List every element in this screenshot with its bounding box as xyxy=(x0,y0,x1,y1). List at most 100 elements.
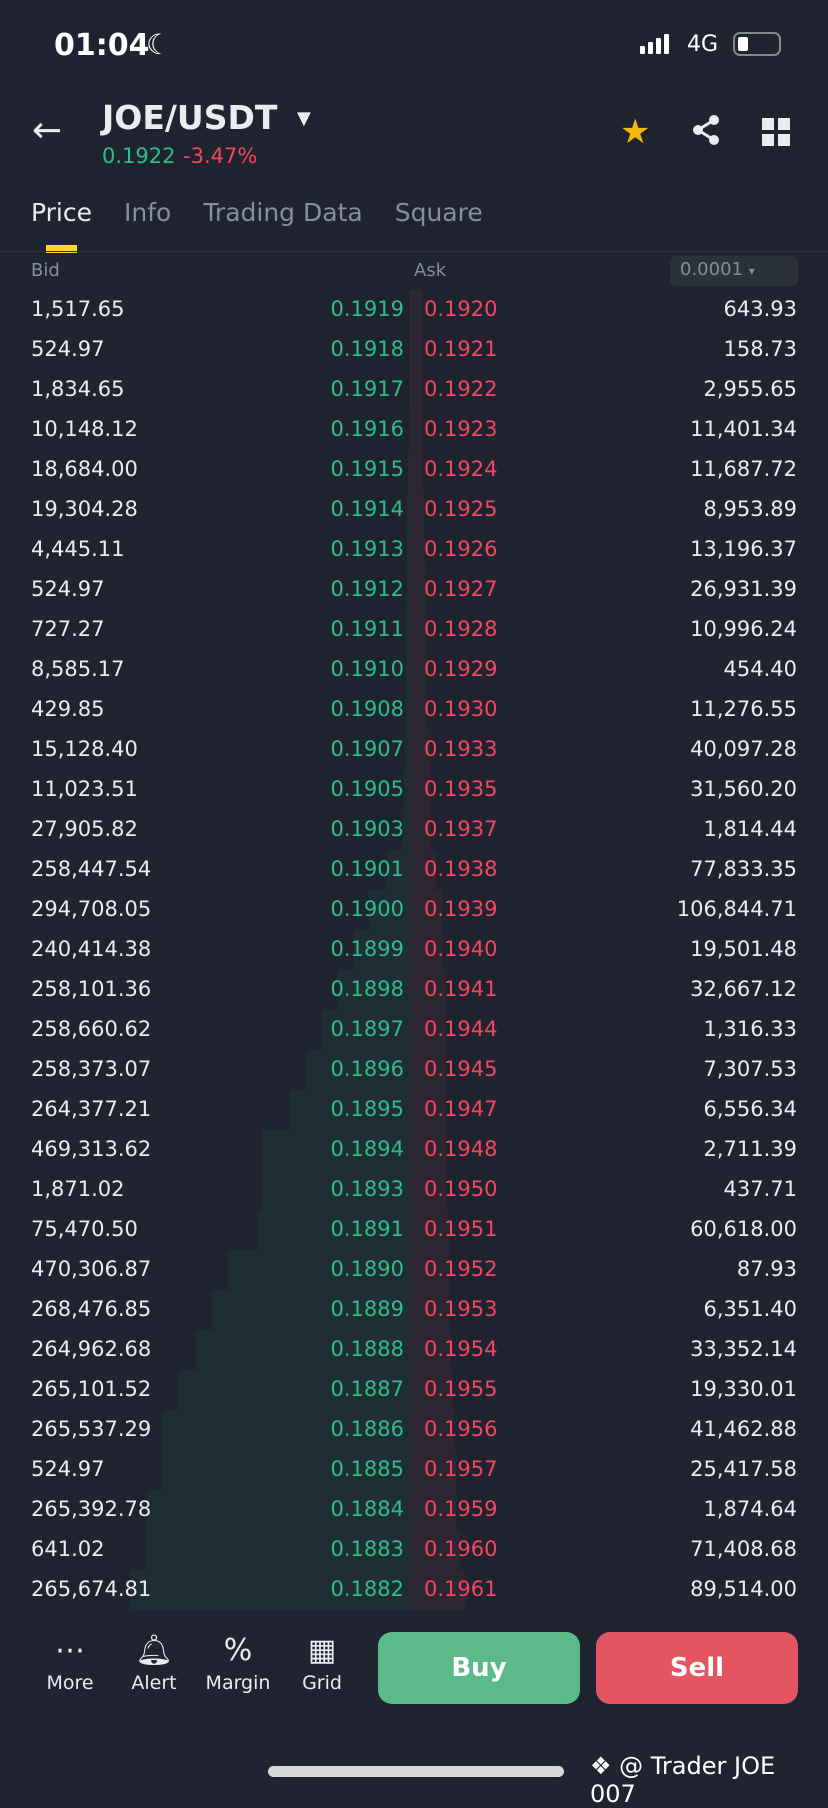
bid-quantity: 469,313.62 xyxy=(31,1137,151,1161)
layout-grid-icon[interactable] xyxy=(762,118,790,146)
tab-info[interactable]: Info xyxy=(124,198,171,227)
order-book-row[interactable]: 469,313.62 0.1894 0.1948 2,711.39 xyxy=(0,1130,828,1170)
bid-price: 0.1911 xyxy=(331,617,404,641)
pair-dropdown-icon[interactable]: ▼ xyxy=(297,108,311,129)
ask-quantity: 40,097.28 xyxy=(690,737,797,761)
action-grid[interactable]: ▦Grid xyxy=(287,1630,357,1694)
bid-price: 0.1891 xyxy=(331,1217,404,1241)
bid-quantity: 641.02 xyxy=(31,1537,104,1561)
home-indicator[interactable] xyxy=(268,1766,564,1777)
bid-quantity: 268,476.85 xyxy=(31,1297,151,1321)
bid-quantity: 15,128.40 xyxy=(31,737,138,761)
chevron-down-icon: ▾ xyxy=(749,264,755,278)
order-book-row[interactable]: 258,373.07 0.1896 0.1945 7,307.53 xyxy=(0,1050,828,1090)
action-alert[interactable]: 🔔︎Alert xyxy=(119,1630,189,1694)
ask-depth-bar xyxy=(410,370,422,410)
order-book-row[interactable]: 1,517.65 0.1919 0.1920 643.93 xyxy=(0,290,828,330)
ask-quantity: 6,556.34 xyxy=(703,1097,797,1121)
order-book-row[interactable]: 524.97 0.1885 0.1957 25,417.58 xyxy=(0,1450,828,1490)
ask-price: 0.1940 xyxy=(424,937,497,961)
ask-price: 0.1935 xyxy=(424,777,497,801)
order-book-row[interactable]: 470,306.87 0.1890 0.1952 87.93 xyxy=(0,1250,828,1290)
ask-depth-bar xyxy=(410,290,422,330)
bid-price: 0.1887 xyxy=(331,1377,404,1401)
network-type: 4G xyxy=(687,32,718,57)
bid-price: 0.1894 xyxy=(331,1137,404,1161)
order-book-row[interactable]: 258,447.54 0.1901 0.1938 77,833.35 xyxy=(0,850,828,890)
status-bar: 01:04 ☾ 4G xyxy=(0,0,828,90)
tab-trading-data[interactable]: Trading Data xyxy=(203,198,362,227)
bid-quantity: 258,660.62 xyxy=(31,1017,151,1041)
order-book-row[interactable]: 294,708.05 0.1900 0.1939 106,844.71 xyxy=(0,890,828,930)
ask-quantity: 106,844.71 xyxy=(677,897,797,921)
order-book-row[interactable]: 15,128.40 0.1907 0.1933 40,097.28 xyxy=(0,730,828,770)
order-book-row[interactable]: 1,834.65 0.1917 0.1922 2,955.65 xyxy=(0,370,828,410)
order-book-row[interactable]: 429.85 0.1908 0.1930 11,276.55 xyxy=(0,690,828,730)
action-more[interactable]: ⋯More xyxy=(35,1630,105,1694)
bid-quantity: 470,306.87 xyxy=(31,1257,151,1281)
more-icon: ⋯ xyxy=(35,1630,105,1672)
ask-quantity: 1,874.64 xyxy=(703,1497,797,1521)
action-margin[interactable]: %Margin xyxy=(203,1630,273,1694)
ask-price: 0.1951 xyxy=(424,1217,497,1241)
precision-value: 0.0001 xyxy=(680,259,743,280)
ask-price: 0.1955 xyxy=(424,1377,497,1401)
order-book-header: Bid Ask 0.0001 ▾ xyxy=(0,256,828,286)
tab-price[interactable]: Price xyxy=(31,198,92,227)
order-book-row[interactable]: 258,660.62 0.1897 0.1944 1,316.33 xyxy=(0,1010,828,1050)
favorite-star-icon[interactable]: ★ xyxy=(620,112,650,152)
ask-price: 0.1939 xyxy=(424,897,497,921)
ask-price: 0.1923 xyxy=(424,417,497,441)
action-label: Alert xyxy=(119,1672,189,1694)
order-book-row[interactable]: 265,537.29 0.1886 0.1956 41,462.88 xyxy=(0,1410,828,1450)
action-label: More xyxy=(35,1672,105,1694)
order-book-row[interactable]: 8,585.17 0.1910 0.1929 454.40 xyxy=(0,650,828,690)
bid-quantity: 264,962.68 xyxy=(31,1337,151,1361)
ask-price: 0.1937 xyxy=(424,817,497,841)
order-book-row[interactable]: 10,148.12 0.1916 0.1923 11,401.34 xyxy=(0,410,828,450)
share-icon[interactable] xyxy=(690,114,722,150)
order-book-row[interactable]: 75,470.50 0.1891 0.1951 60,618.00 xyxy=(0,1210,828,1250)
precision-select[interactable]: 0.0001 ▾ xyxy=(670,256,798,286)
bid-price: 0.1903 xyxy=(331,817,404,841)
order-book-row[interactable]: 265,101.52 0.1887 0.1955 19,330.01 xyxy=(0,1370,828,1410)
order-book-row[interactable]: 11,023.51 0.1905 0.1935 31,560.20 xyxy=(0,770,828,810)
back-arrow-icon[interactable]: ← xyxy=(32,110,62,151)
ask-depth-bar xyxy=(410,450,423,490)
ask-price: 0.1941 xyxy=(424,977,497,1001)
order-book-row[interactable]: 265,674.81 0.1882 0.1961 89,514.00 xyxy=(0,1570,828,1610)
order-book-row[interactable]: 727.27 0.1911 0.1928 10,996.24 xyxy=(0,610,828,650)
order-book-row[interactable]: 19,304.28 0.1914 0.1925 8,953.89 xyxy=(0,490,828,530)
order-book-row[interactable]: 27,905.82 0.1903 0.1937 1,814.44 xyxy=(0,810,828,850)
bid-price: 0.1884 xyxy=(331,1497,404,1521)
ask-price: 0.1953 xyxy=(424,1297,497,1321)
clock: 01:04 xyxy=(54,28,150,63)
order-book-row[interactable]: 4,445.11 0.1913 0.1926 13,196.37 xyxy=(0,530,828,570)
ask-depth-bar xyxy=(410,410,423,450)
sell-button[interactable]: Sell xyxy=(596,1632,798,1704)
order-book-row[interactable]: 258,101.36 0.1898 0.1941 32,667.12 xyxy=(0,970,828,1010)
order-book-row[interactable]: 240,414.38 0.1899 0.1940 19,501.48 xyxy=(0,930,828,970)
order-book-row[interactable]: 265,392.78 0.1884 0.1959 1,874.64 xyxy=(0,1490,828,1530)
ask-quantity: 13,196.37 xyxy=(690,537,797,561)
buy-button[interactable]: Buy xyxy=(378,1632,580,1704)
tab-square[interactable]: Square xyxy=(395,198,483,227)
order-book-row[interactable]: 641.02 0.1883 0.1960 71,408.68 xyxy=(0,1530,828,1570)
order-book-row[interactable]: 268,476.85 0.1889 0.1953 6,351.40 xyxy=(0,1290,828,1330)
order-book-row[interactable]: 18,684.00 0.1915 0.1924 11,687.72 xyxy=(0,450,828,490)
price-change: -3.47% xyxy=(183,144,257,168)
ask-price: 0.1956 xyxy=(424,1417,497,1441)
pair-title[interactable]: JOE/USDT xyxy=(102,98,277,137)
ask-quantity: 41,462.88 xyxy=(690,1417,797,1441)
ask-header: Ask xyxy=(414,260,446,281)
order-book-row[interactable]: 264,377.21 0.1895 0.1947 6,556.34 xyxy=(0,1090,828,1130)
bid-quantity: 265,392.78 xyxy=(31,1497,151,1521)
order-book-row[interactable]: 1,871.02 0.1893 0.1950 437.71 xyxy=(0,1170,828,1210)
order-book-row[interactable]: 524.97 0.1918 0.1921 158.73 xyxy=(0,330,828,370)
order-book[interactable]: Bid Ask 0.0001 ▾ 1,517.65 0.1919 0.1920 … xyxy=(0,252,828,1610)
order-book-row[interactable]: 524.97 0.1912 0.1927 26,931.39 xyxy=(0,570,828,610)
order-book-row[interactable]: 264,962.68 0.1888 0.1954 33,352.14 xyxy=(0,1330,828,1370)
bid-price: 0.1905 xyxy=(331,777,404,801)
bid-price: 0.1901 xyxy=(331,857,404,881)
bid-header: Bid xyxy=(31,260,60,281)
